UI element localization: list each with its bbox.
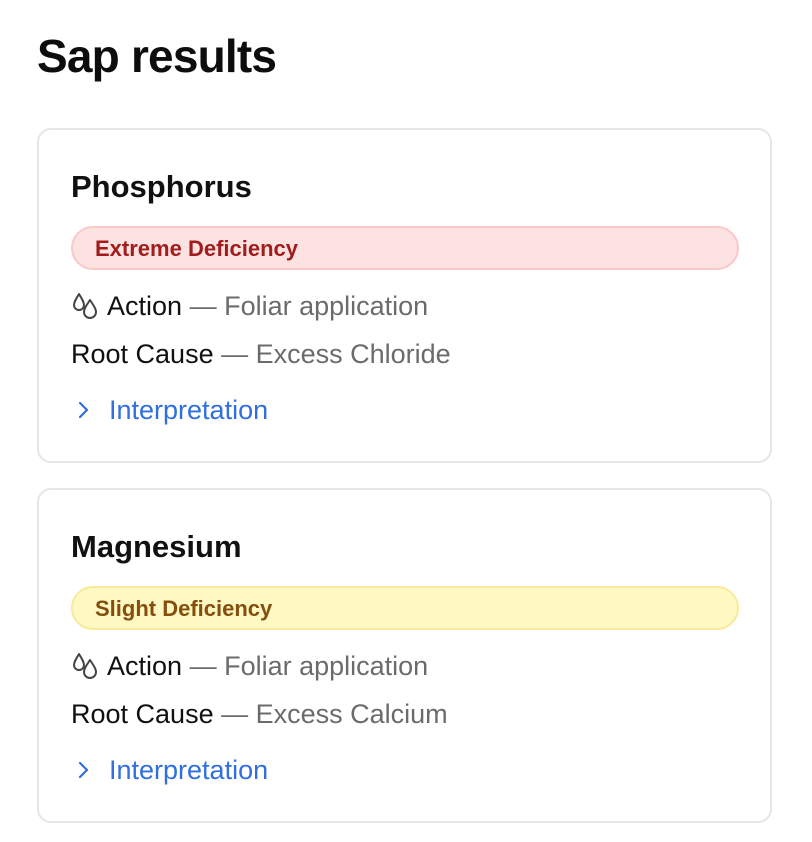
action-label: Action (107, 651, 183, 681)
interpretation-label[interactable]: Interpretation (109, 392, 268, 428)
root-cause-value: Excess Chloride (255, 339, 451, 369)
action-separator: — (189, 291, 217, 321)
root-cause-separator: — (221, 339, 249, 369)
droplets-icon (73, 653, 97, 679)
card-title: Magnesium (71, 529, 242, 564)
droplets-icon (73, 293, 97, 319)
chevron-right-icon (78, 761, 89, 779)
action-separator: — (189, 651, 217, 681)
page-title: Sap results (37, 30, 277, 82)
root-cause-label: Root Cause (71, 699, 214, 729)
card-title: Phosphorus (71, 169, 252, 204)
chevron-right-icon (78, 401, 89, 419)
root-cause-label: Root Cause (71, 339, 214, 369)
status-badge: Slight Deficiency (71, 586, 739, 630)
result-card-magnesium: Magnesium Slight Deficiency Action — Fol… (37, 488, 772, 823)
interpretation-toggle[interactable]: Interpretation (71, 752, 268, 790)
root-cause-row: Root Cause — Excess Chloride (71, 336, 451, 372)
action-row: Action — Foliar application (71, 648, 428, 684)
root-cause-separator: — (221, 699, 249, 729)
action-row: Action — Foliar application (71, 288, 428, 324)
action-label: Action (107, 291, 183, 321)
interpretation-toggle[interactable]: Interpretation (71, 392, 268, 430)
root-cause-value: Excess Calcium (255, 699, 448, 729)
result-card-phosphorus: Phosphorus Extreme Deficiency Action — F… (37, 128, 772, 463)
root-cause-row: Root Cause — Excess Calcium (71, 696, 448, 732)
action-value: Foliar application (224, 291, 429, 321)
status-badge: Extreme Deficiency (71, 226, 739, 270)
interpretation-label[interactable]: Interpretation (109, 752, 268, 788)
action-value: Foliar application (224, 651, 429, 681)
